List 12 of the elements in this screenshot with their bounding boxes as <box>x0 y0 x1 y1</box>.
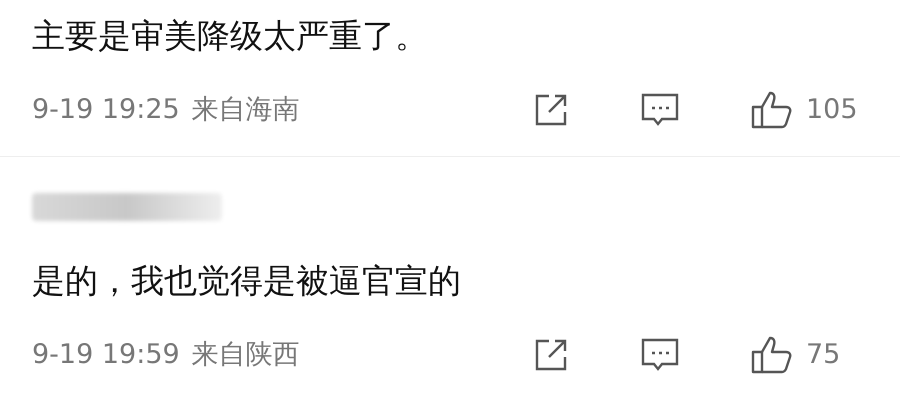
comment-time: 9-19 19:25 <box>32 92 180 127</box>
thumbs-up-icon[interactable] <box>750 90 794 130</box>
thumbs-up-icon[interactable] <box>750 335 794 375</box>
comment-location: 来自陕西 <box>192 338 300 372</box>
comment-icon[interactable] <box>640 337 680 373</box>
comment-time: 9-19 19:59 <box>32 338 180 372</box>
comment-text: 是的，我也觉得是被逼官宣的 <box>32 260 462 302</box>
comment-text: 主要是审美降级太严重了。 <box>32 15 429 57</box>
like-count: 105 <box>806 92 859 127</box>
comment-location: 来自海南 <box>192 92 300 127</box>
like-count: 75 <box>806 338 842 372</box>
comment-icon[interactable] <box>640 92 680 128</box>
